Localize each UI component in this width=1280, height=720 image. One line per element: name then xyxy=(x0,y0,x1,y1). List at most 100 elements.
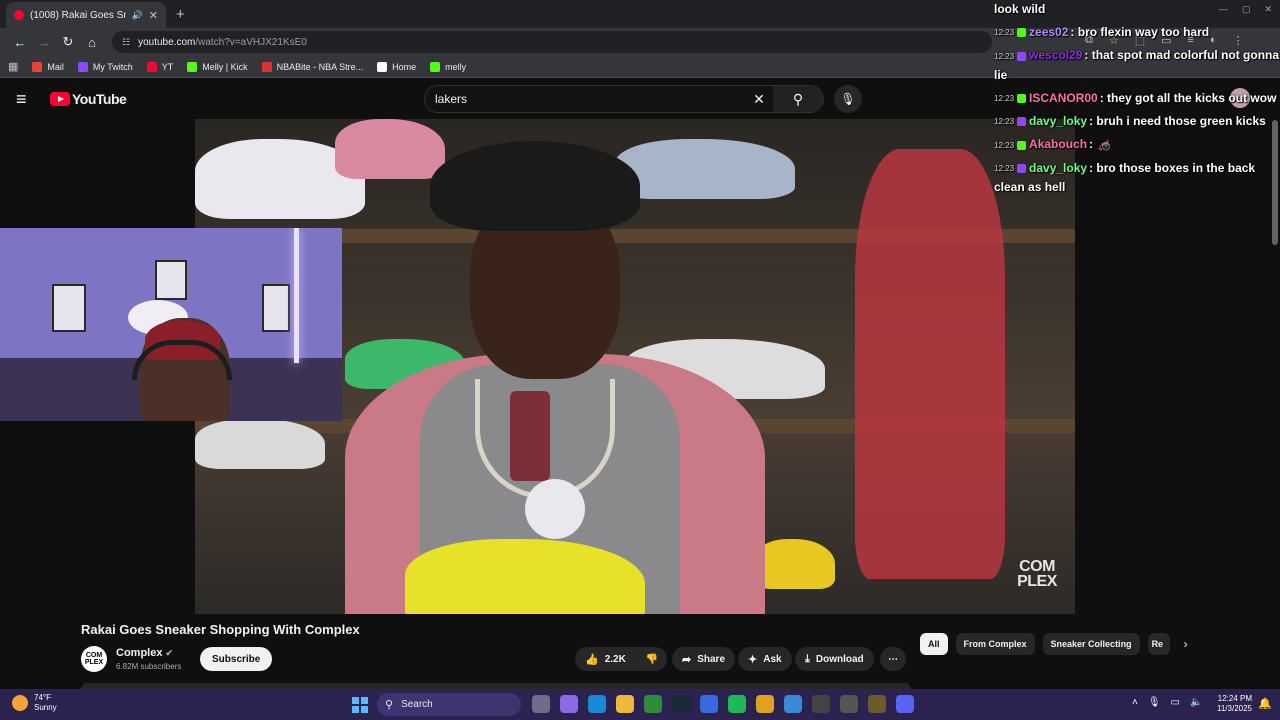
chevron-right-icon[interactable]: › xyxy=(1184,637,1188,651)
search-icon: ⚲ xyxy=(385,699,394,711)
url-host: youtube.com xyxy=(138,36,196,48)
media-player-icon[interactable] xyxy=(812,695,830,713)
share-button[interactable]: ➦ Share xyxy=(672,647,736,671)
back-icon[interactable]: ← xyxy=(8,35,32,50)
search-input[interactable]: lakers xyxy=(425,92,745,106)
stream-chat: look wild 12:23 zees02: bro flexin way too… xyxy=(990,0,1280,250)
chat-message: 12:23 Akabouch: 🦽 xyxy=(994,135,1280,154)
bookmark-home[interactable]: Home xyxy=(377,61,416,72)
youtube-masthead: ≡ YouTube lakers ✕ ⚲ 🎙 xyxy=(0,79,990,119)
clear-search-icon[interactable]: ✕ xyxy=(745,91,773,108)
subscribe-button[interactable]: Subscribe xyxy=(200,647,273,671)
bookmark-label: Mail xyxy=(47,61,64,72)
thumbs-up-icon: 👍 xyxy=(585,653,599,666)
sneaker xyxy=(615,139,795,199)
ask-button[interactable]: ✦ Ask xyxy=(738,647,792,671)
poster xyxy=(52,284,86,332)
chip-related[interactable]: Re xyxy=(1147,633,1170,655)
file-explorer-icon[interactable] xyxy=(616,695,634,713)
task-view-icon[interactable] xyxy=(532,695,550,713)
taskbar-search-label: Search xyxy=(401,699,433,710)
clock[interactable]: 12:24 PM 11/3/2025 xyxy=(1212,694,1252,714)
voice-search-button[interactable]: 🎙 xyxy=(834,85,862,113)
scrollbar-thumb[interactable] xyxy=(1272,120,1278,245)
bookmark-mail[interactable]: Mail xyxy=(32,61,64,72)
microphone-icon[interactable]: 🎙 xyxy=(1148,697,1161,708)
chip-from-complex[interactable]: From Complex xyxy=(955,633,1035,655)
new-tab-icon[interactable]: + xyxy=(176,2,185,28)
game-app-icon[interactable] xyxy=(868,695,886,713)
volume-icon[interactable]: 🔈 xyxy=(1190,697,1202,708)
site-info-icon[interactable]: ☷ xyxy=(122,37,130,48)
chat-username[interactable]: Akabouch xyxy=(1029,137,1087,151)
search-box: lakers ✕ ⚲ xyxy=(424,85,824,113)
search-button[interactable]: ⚲ xyxy=(773,86,823,112)
x-icon xyxy=(377,61,388,72)
copilot-icon[interactable] xyxy=(560,695,578,713)
search-icon: ⚲ xyxy=(792,90,804,107)
speaker-icon[interactable]: 🔊 xyxy=(132,10,143,21)
video-title: Rakai Goes Sneaker Shopping With Complex xyxy=(81,622,360,637)
forward-icon[interactable]: → xyxy=(32,35,56,50)
chat-username[interactable]: ISCANOR00 xyxy=(1029,91,1098,105)
chat-username[interactable]: davy_loky xyxy=(1029,161,1087,175)
like-count: 2.2K xyxy=(604,653,626,665)
chip-all[interactable]: All xyxy=(920,633,948,655)
chat-timestamp: 12:23 xyxy=(994,28,1015,38)
chrome-icon[interactable] xyxy=(756,695,774,713)
youtube-logo[interactable]: YouTube xyxy=(50,91,127,107)
youtube-wordmark: YouTube xyxy=(72,91,127,107)
windows-taskbar: 74°F Sunny ⚲ Search ˄ 🎙 ▭ 🔈 12:24 PM 11/… xyxy=(0,689,1280,720)
window-controls: — ▢ ✕ xyxy=(1219,4,1272,15)
spotify-icon[interactable] xyxy=(728,695,746,713)
guide-menu-icon[interactable]: ≡ xyxy=(16,89,36,110)
ask-label: Ask xyxy=(763,653,782,665)
chat-text: : bruh i need those green kicks xyxy=(1089,113,1266,128)
channel-avatar[interactable]: COM PLEX xyxy=(81,646,107,672)
steam-icon[interactable] xyxy=(672,695,690,713)
channel-name[interactable]: Complex ✔ xyxy=(116,647,173,659)
platform-badge-icon xyxy=(1017,93,1027,103)
arrow-app-icon[interactable] xyxy=(840,695,858,713)
close-tab-icon[interactable]: ✕ xyxy=(149,9,158,22)
store-icon[interactable] xyxy=(700,695,718,713)
more-actions-button[interactable]: ⋯ xyxy=(880,647,906,671)
notification-bell-icon[interactable]: 🔔 xyxy=(1258,697,1272,710)
chat-username[interactable]: davy_loky xyxy=(1029,114,1087,128)
url-field[interactable]: ☷ youtube.com/watch?v=aVHJX21KsE0 xyxy=(112,31,992,53)
bookmark-my-twitch[interactable]: My Twitch xyxy=(77,61,133,72)
bookmark-yt[interactable]: YT xyxy=(146,61,173,72)
verified-icon: ✔ xyxy=(165,648,174,658)
bookmark-melly-kick[interactable]: Melly | Kick xyxy=(187,61,248,72)
bookmark-nbabite[interactable]: NBABite - NBA Stre... xyxy=(261,61,364,72)
discord-icon[interactable] xyxy=(896,695,914,713)
chat-text: look wild xyxy=(994,2,1046,16)
chat-username[interactable]: zees02 xyxy=(1029,25,1068,39)
bookmark-label: My Twitch xyxy=(92,61,133,72)
start-button[interactable] xyxy=(352,697,368,713)
taskbar-search[interactable]: ⚲ Search xyxy=(377,693,521,716)
reload-icon[interactable]: ↻ xyxy=(56,34,80,50)
network-icon[interactable]: ▭ xyxy=(1171,697,1180,708)
like-button[interactable]: 👍 2.2K xyxy=(575,647,636,671)
bookmark-melly[interactable]: melly xyxy=(430,61,466,72)
browser-tab[interactable]: (1008) Rakai Goes Sneaker 🔊 ✕ xyxy=(6,2,166,28)
dislike-button[interactable]: 👎 xyxy=(636,647,668,671)
chevron-up-icon[interactable]: ˄ xyxy=(1132,697,1138,708)
pendant xyxy=(525,479,585,539)
bookmark-label: NBABite - NBA Stre... xyxy=(276,61,364,72)
download-button[interactable]: ⤓ Download xyxy=(795,647,874,671)
chat-username[interactable]: wescol29 xyxy=(1029,48,1082,62)
edge-icon[interactable] xyxy=(588,695,606,713)
chip-sneaker-collecting[interactable]: Sneaker Collecting xyxy=(1042,633,1140,655)
weather-widget[interactable]: 74°F Sunny xyxy=(12,693,57,713)
chat-message: 12:23 ISCANOR00: they got all the kicks o… xyxy=(994,89,1280,108)
maximize-icon[interactable]: ▢ xyxy=(1242,4,1251,15)
apps-icon[interactable]: ▦ xyxy=(8,60,18,73)
platform-badge-icon xyxy=(1017,117,1027,127)
close-window-icon[interactable]: ✕ xyxy=(1264,4,1272,15)
photos-icon[interactable] xyxy=(784,695,802,713)
xbox-icon[interactable] xyxy=(644,695,662,713)
home-icon[interactable]: ⌂ xyxy=(80,35,104,50)
minimize-icon[interactable]: — xyxy=(1219,4,1228,15)
